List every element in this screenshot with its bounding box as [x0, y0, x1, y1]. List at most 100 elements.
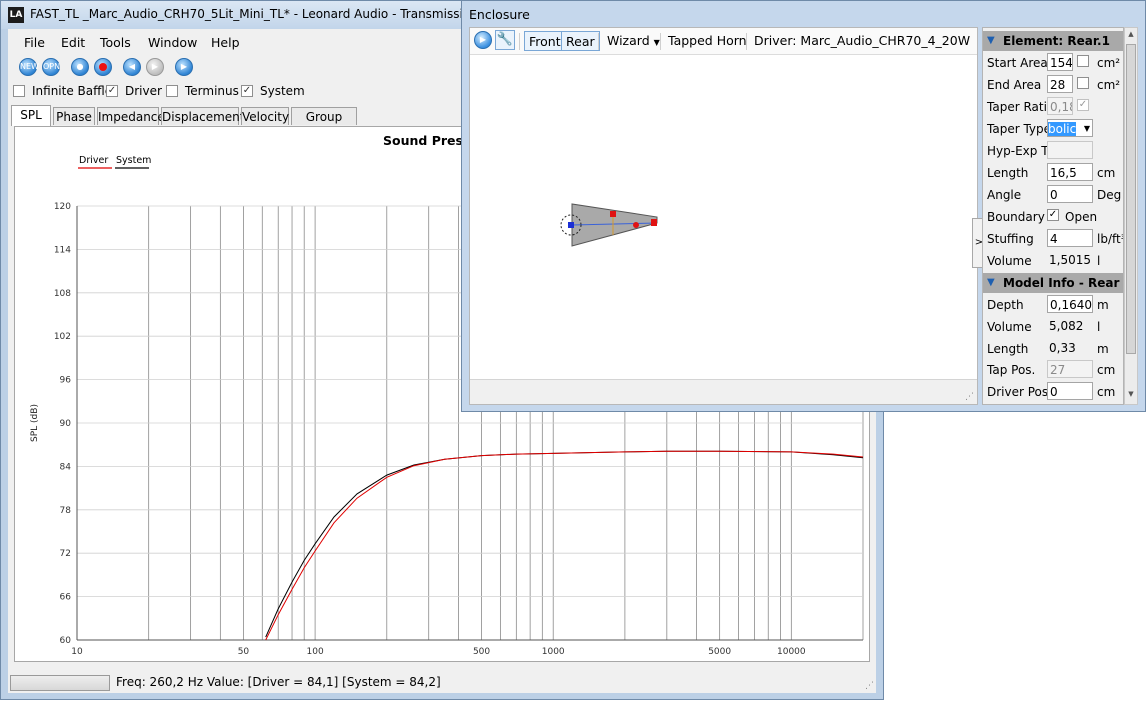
tab-phase[interactable]: Phase: [53, 107, 95, 125]
driver-info: Driver: Marc_Audio_CHR70_4_20W: [754, 33, 971, 48]
menu-window[interactable]: Window: [148, 35, 197, 50]
record-icon[interactable]: [94, 58, 112, 76]
expand-triangle-icon: ▼: [987, 35, 995, 46]
driver-pos-label: Driver Pos.: [987, 385, 1052, 399]
start-area-input[interactable]: 154: [1047, 53, 1073, 71]
status-text: Freq: 260,2 Hz Value: [Driver = 84,1] [S…: [116, 675, 441, 689]
tapped-horn-button[interactable]: Tapped Horn: [668, 31, 747, 51]
x-tick-label: 5000: [708, 647, 731, 657]
run-icon[interactable]: ▶: [474, 31, 492, 49]
taper-type-select[interactable]: bolic ▼: [1047, 119, 1093, 137]
enclosure-title: Enclosure: [469, 7, 530, 22]
model-section-title: Model Info - Rear: [1003, 276, 1120, 290]
taper-ratio-input: 0,18: [1047, 97, 1073, 115]
front-button[interactable]: Front: [524, 31, 566, 51]
stop-icon[interactable]: ●: [71, 58, 89, 76]
wizard-label: Wizard: [607, 33, 650, 48]
app-logo-icon: LA: [8, 7, 24, 23]
step-back-icon[interactable]: ◀: [123, 58, 141, 76]
system-checkbox[interactable]: ✓: [241, 85, 253, 97]
infinite-baffle-checkbox[interactable]: [13, 85, 25, 97]
taper-type-value: bolic: [1048, 122, 1077, 136]
open-icon[interactable]: OPN: [42, 58, 60, 76]
model-volume-label: Volume: [987, 320, 1032, 334]
y-axis-label: SPL (dB): [30, 404, 40, 442]
length-label: Length: [987, 166, 1029, 180]
taper-ratio-checkbox[interactable]: ✓: [1077, 99, 1089, 111]
tab-velocity[interactable]: Velocity: [241, 107, 289, 125]
play-icon[interactable]: ▶: [175, 58, 193, 76]
legend-driver: Driver: [79, 155, 108, 166]
scroll-down-icon[interactable]: ▼: [1126, 390, 1136, 402]
depth-value[interactable]: 0,164085: [1047, 295, 1093, 313]
y-tick-label: 60: [60, 636, 72, 646]
stuffing-input[interactable]: 4: [1047, 229, 1093, 247]
menu-edit[interactable]: Edit: [61, 35, 85, 50]
property-scrollbar[interactable]: ▲ ▼: [1124, 27, 1138, 405]
series-driver: [265, 450, 864, 641]
model-tap-pos: Tap Pos. 27 cm: [983, 359, 1123, 381]
tap-pos-label: Tap Pos.: [987, 363, 1036, 377]
x-tick-label: 1000: [542, 647, 565, 657]
tab-displacement[interactable]: Displacement: [161, 107, 245, 125]
y-tick-label: 96: [60, 376, 72, 386]
progress-bar: [10, 675, 110, 691]
tab-impedance[interactable]: Impedance: [97, 107, 165, 125]
terminus-checkbox[interactable]: [166, 85, 178, 97]
y-tick-label: 78: [60, 506, 72, 516]
enclosure-drawing: [560, 203, 658, 247]
start-area-checkbox[interactable]: [1077, 55, 1089, 67]
step-forward-icon[interactable]: ▶: [146, 58, 164, 76]
boundary-open-checkbox[interactable]: ✓: [1047, 209, 1059, 221]
length-unit: cm: [1097, 166, 1116, 180]
length-input[interactable]: 16,5: [1047, 163, 1093, 181]
menu-help[interactable]: Help: [211, 35, 240, 50]
menu-file[interactable]: File: [24, 35, 45, 50]
model-section-header[interactable]: ▼ Model Info - Rear: [983, 273, 1123, 293]
volume-unit: l: [1097, 254, 1101, 268]
model-driver-pos: Driver Pos. 0 cm: [983, 381, 1123, 403]
angle-label: Angle: [987, 188, 1022, 202]
driver-pos-unit: cm: [1097, 385, 1116, 399]
prop-length: Length 16,5 cm: [983, 162, 1123, 184]
taper-type-label: Taper Type: [987, 122, 1052, 136]
menu-tools[interactable]: Tools: [100, 35, 131, 50]
midpoint-marker[interactable]: [633, 222, 639, 228]
terminus-label: Terminus: [185, 84, 239, 98]
y-tick-label: 108: [54, 289, 71, 299]
driver-pos-input[interactable]: 0: [1047, 382, 1093, 400]
y-tick-label: 66: [60, 593, 72, 603]
wizard-button[interactable]: Wizard ▼: [607, 31, 660, 51]
x-tick-label: 500: [473, 647, 490, 657]
model-volume: Volume 5,082 l: [983, 316, 1123, 338]
end-area-input[interactable]: 28: [1047, 75, 1073, 93]
boundary-open-label: Open: [1065, 210, 1098, 224]
enclosure-editor: ▶ 🔧 Front Rear Wizard ▼ Tapped Horn Driv…: [469, 27, 986, 405]
y-tick-label: 120: [54, 202, 71, 212]
element-section-title: Element: Rear.1: [1003, 34, 1110, 48]
wrench-icon[interactable]: 🔧: [495, 30, 515, 50]
tab-spl[interactable]: SPL: [11, 105, 51, 126]
resize-grip-icon[interactable]: ⋰: [865, 681, 874, 691]
prop-taper-ratio: Taper Ratio 0,18 ✓: [983, 96, 1123, 118]
angle-input[interactable]: 0: [1047, 185, 1093, 203]
rear-button[interactable]: Rear: [561, 31, 600, 51]
end-marker[interactable]: [651, 219, 657, 226]
scroll-up-icon[interactable]: ▲: [1126, 30, 1136, 42]
element-section-header[interactable]: ▼ Element: Rear.1: [983, 31, 1123, 51]
status-bar: Freq: 260,2 Hz Value: [Driver = 84,1] [S…: [8, 673, 876, 693]
end-area-checkbox[interactable]: [1077, 77, 1089, 89]
scroll-thumb[interactable]: [1126, 44, 1136, 354]
enclosure-canvas[interactable]: [470, 54, 977, 380]
enclosure-window: Enclosure ▶ 🔧 Front Rear Wizard ▼ Tapped…: [461, 0, 1146, 412]
y-tick-label: 84: [60, 462, 72, 472]
driver-marker[interactable]: [568, 222, 574, 228]
prop-boundary: Boundary ✓ Open: [983, 206, 1123, 228]
angle-unit: Deg: [1097, 188, 1122, 202]
tab-group-delay[interactable]: Group Delay: [291, 107, 357, 142]
resize-grip-icon[interactable]: ⋰: [965, 392, 974, 402]
prop-angle: Angle 0 Deg: [983, 184, 1123, 206]
driver-checkbox[interactable]: ✓: [106, 85, 118, 97]
new-icon[interactable]: NEW: [19, 58, 39, 76]
tap-marker[interactable]: [610, 211, 616, 217]
